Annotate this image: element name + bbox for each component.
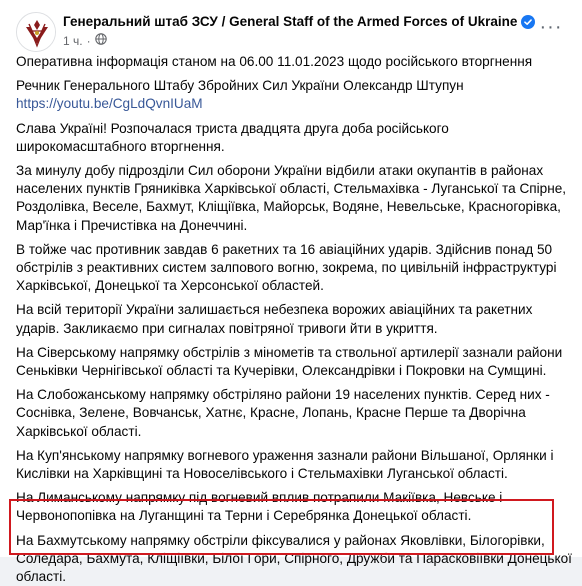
- general-staff-emblem-icon: [17, 13, 55, 51]
- page-avatar[interactable]: [16, 12, 56, 52]
- video-link[interactable]: https://youtu.be/CgLdQvnIUaM: [16, 95, 572, 113]
- more-options-button[interactable]: ···: [536, 12, 566, 42]
- post-time[interactable]: 1 ч.: [63, 34, 83, 48]
- page-name-link[interactable]: Генеральний штаб ЗСУ / General Staff of …: [63, 14, 536, 32]
- more-options-icon: ···: [539, 15, 563, 38]
- post-paragraph: На Сіверському напрямку обстрілів з міно…: [16, 344, 563, 379]
- dot-separator: ·: [86, 33, 91, 48]
- post-paragraph: На всій території України залишається не…: [16, 302, 533, 336]
- post-paragraph: Слава Україні! Розпочалася триста двадця…: [16, 120, 449, 154]
- globe-icon: [94, 33, 107, 48]
- post-paragraph: За минулу добу підрозділи Сил оборони Ук…: [16, 163, 567, 233]
- facebook-post-card: Генеральний штаб ЗСУ / General Staff of …: [0, 0, 582, 584]
- post-paragraph: Оперативна інформація станом на 06.00 11…: [16, 54, 533, 69]
- page-name[interactable]: Генеральний штаб ЗСУ / General Staff of …: [63, 14, 517, 29]
- highlight-frame: [9, 499, 554, 555]
- post-paragraph: На Слобожанському напрямку обстріляно ра…: [16, 387, 550, 439]
- post-paragraph: На Куп'янському напрямку вогневого ураже…: [16, 447, 554, 482]
- post-header: Генеральний штаб ЗСУ / General Staff of …: [16, 12, 566, 52]
- post-paragraph: В тойже час противник завдав 6 ракетних …: [16, 241, 557, 294]
- post-meta: 1 ч. ·: [63, 33, 107, 48]
- post-paragraph: Речник Генерального Штабу Збройних Сил У…: [16, 78, 464, 94]
- verified-badge-icon: [521, 15, 536, 32]
